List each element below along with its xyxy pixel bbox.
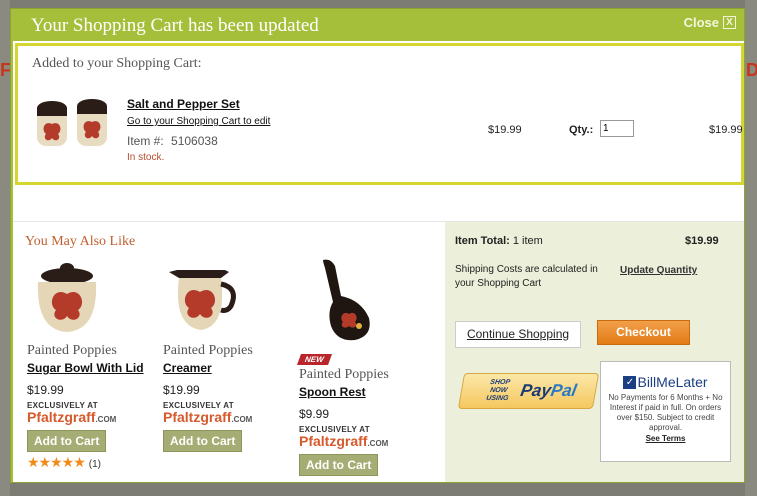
- item-number-value: 5106038: [171, 134, 218, 148]
- item-number: Item #: 5106038: [127, 134, 218, 148]
- add-to-cart-button[interactable]: Add to Cart: [299, 454, 379, 476]
- background-page-fragment: D: [746, 60, 757, 80]
- unit-price: $19.99: [488, 124, 522, 136]
- spoon-rest-image[interactable]: [309, 256, 379, 346]
- see-terms-link[interactable]: See Terms: [601, 434, 730, 443]
- billmelater-box[interactable]: ✓ BillMeLater No Payments for 6 Months + …: [600, 361, 731, 462]
- pfaltzgraff-logo: Pfaltzgraff.COM: [299, 433, 389, 449]
- paypal-logo: PayPal: [519, 381, 579, 400]
- shipping-note: Shipping Costs are calculated in your Sh…: [455, 264, 598, 289]
- pfaltzgraff-logo: Pfaltzgraff.COM: [163, 409, 253, 425]
- recommendations-panel: You May Also Like Painted Poppies Sugar …: [13, 221, 445, 482]
- creamer-image[interactable]: [163, 260, 243, 338]
- rec-name-link[interactable]: Spoon Rest: [299, 385, 389, 399]
- rec-brand: Painted Poppies: [299, 367, 389, 382]
- sugar-bowl-image[interactable]: [30, 260, 104, 338]
- checkout-button[interactable]: Checkout: [597, 320, 690, 345]
- continue-shopping-button[interactable]: Continue Shopping: [455, 321, 581, 348]
- added-item-panel: Added to your Shopping Cart: Salt and Pe…: [15, 43, 744, 185]
- modal-title: Your Shopping Cart has been updated: [31, 15, 319, 36]
- item-total-label: Item Total:: [455, 235, 510, 247]
- new-badge: NEW: [296, 354, 332, 365]
- close-button[interactable]: Close X: [684, 15, 736, 30]
- cart-updated-modal: Your Shopping Cart has been updated Clos…: [10, 8, 745, 483]
- rating-stars[interactable]: ★★★★★ (1): [27, 454, 144, 471]
- billmelater-text: No Payments for 6 Months + No Interest i…: [608, 393, 723, 432]
- rec-price: $9.99: [299, 407, 330, 421]
- qty-input[interactable]: [600, 120, 634, 137]
- item-total: Item Total: 1 item: [455, 235, 543, 247]
- order-summary-panel: Item Total: 1 item $19.99 Shipping Costs…: [445, 221, 744, 482]
- rec-name-link[interactable]: Sugar Bowl With Lid: [27, 361, 144, 375]
- star-icon: ★★★★★: [27, 454, 86, 470]
- rec-item-creamer: Painted Poppies Creamer $19.99 EXCLUSIVE…: [163, 260, 253, 452]
- salt-pepper-image: [37, 99, 107, 146]
- product-name-link[interactable]: Salt and Pepper Set: [127, 97, 240, 111]
- edit-cart-link[interactable]: Go to your Shopping Cart to edit: [127, 116, 270, 127]
- recommendations-heading: You May Also Like: [25, 234, 136, 249]
- item-total-value: $19.99: [685, 235, 719, 247]
- rec-brand: Painted Poppies: [163, 343, 253, 358]
- pfaltzgraff-logo: Pfaltzgraff.COM: [27, 409, 117, 425]
- rec-item-sugar-bowl: Painted Poppies Sugar Bowl With Lid $19.…: [27, 260, 144, 471]
- stock-status: In stock.: [127, 152, 165, 163]
- add-to-cart-button[interactable]: Add to Cart: [27, 430, 107, 452]
- checkmark-icon: ✓: [623, 375, 637, 389]
- paypal-small-text: SHOP NOW USING: [485, 379, 511, 402]
- rec-name-link[interactable]: Creamer: [163, 361, 253, 375]
- paypal-button[interactable]: SHOP NOW USING PayPal: [457, 373, 600, 409]
- modal-content: Added to your Shopping Cart: Salt and Pe…: [13, 41, 744, 482]
- line-total: $19.99: [709, 124, 743, 136]
- item-number-label: Item #:: [127, 134, 164, 148]
- rec-item-spoon-rest: NEW Painted Poppies Spoon Rest $9.99 EXC…: [296, 256, 389, 476]
- close-label[interactable]: Close: [684, 15, 719, 30]
- review-count[interactable]: (1): [89, 459, 101, 470]
- close-icon[interactable]: X: [723, 16, 736, 29]
- billmelater-logo: ✓ BillMeLater: [601, 374, 730, 390]
- rec-price: $19.99: [27, 383, 64, 397]
- add-to-cart-button[interactable]: Add to Cart: [163, 430, 243, 452]
- added-heading: Added to your Shopping Cart:: [32, 56, 202, 71]
- rec-brand: Painted Poppies: [27, 343, 117, 358]
- qty-label: Qty.:: [569, 124, 594, 136]
- rec-price: $19.99: [163, 383, 200, 397]
- item-total-count: 1 item: [512, 235, 543, 247]
- update-quantity-link[interactable]: Update Quantity: [620, 265, 697, 276]
